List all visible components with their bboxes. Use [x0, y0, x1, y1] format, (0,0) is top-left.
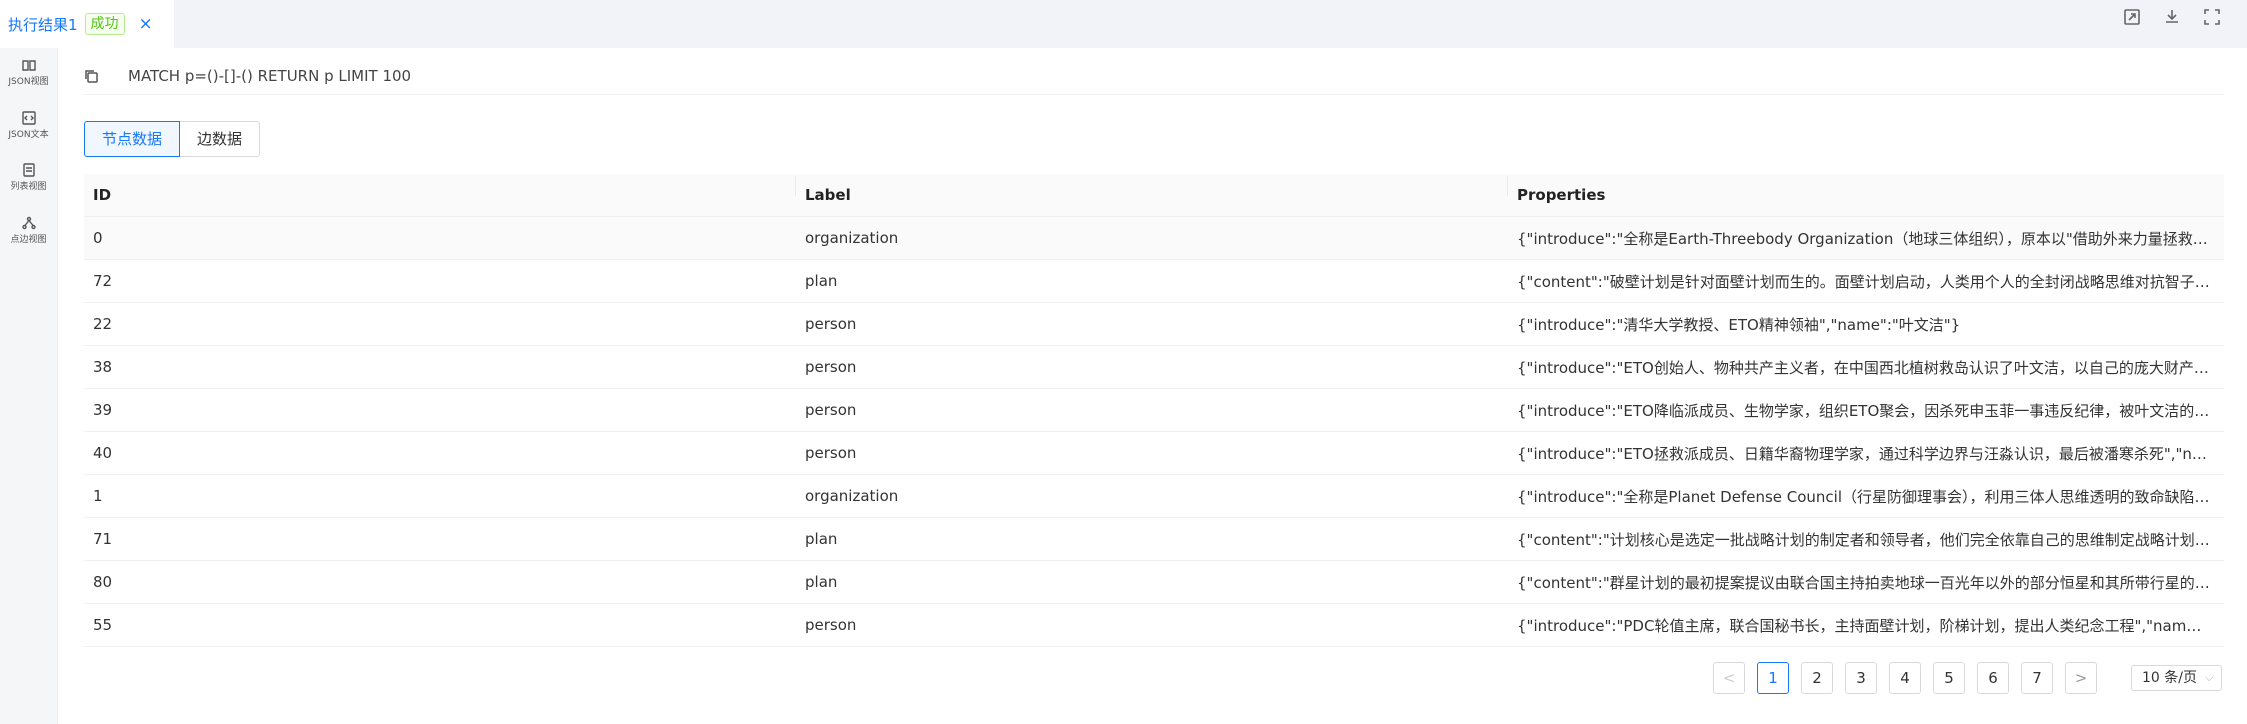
table-row[interactable]: 38 person {"introduce":"ETO创始人、物种共产主义者，在… — [84, 346, 2224, 389]
column-header-label: Label — [796, 176, 1508, 204]
cell-id: 71 — [93, 530, 113, 548]
sidebar-item-label: 列表视图 — [10, 182, 47, 192]
table-row[interactable]: 40 person {"introduce":"ETO拯救派成员、日籍华裔物理学… — [84, 432, 2224, 475]
list-icon — [22, 163, 35, 177]
cell-properties: {"content":"群星计划的最初提案提议由联合国主持拍卖地球一百光年以外的… — [1517, 573, 2224, 592]
table-header: ID Label Properties — [84, 174, 2224, 217]
cell-label: plan — [805, 272, 838, 290]
page-size-select[interactable]: 10 条/页 ⌵ — [2131, 665, 2223, 691]
sidebar-item-json-text[interactable]: JSON文本 — [0, 111, 57, 140]
cell-label: person — [805, 444, 857, 462]
cell-id: 39 — [93, 401, 113, 419]
pagination: < 1 2 3 4 5 6 7 > 10 条/页 ⌵ — [1713, 662, 2223, 694]
table-row[interactable]: 1 organization {"introduce":"全称是Planet D… — [84, 475, 2224, 518]
page-button-6[interactable]: 6 — [1977, 662, 2009, 694]
code-icon — [21, 111, 36, 125]
cell-properties: {"content":"计划核心是选定一批战略计划的制定者和领导者，他们完全依靠… — [1517, 530, 2212, 549]
table-row[interactable]: 22 person {"introduce":"清华大学教授、ETO精神领袖",… — [84, 303, 2224, 346]
table-row[interactable]: 0 organization {"introduce":"全称是Earth-Th… — [84, 217, 2224, 260]
table-row[interactable]: 72 plan {"content":"破壁计划是针对面壁计划而生的。面壁计划启… — [84, 260, 2224, 303]
sidebar-item-label: JSON视图 — [8, 77, 49, 87]
cell-properties: {"introduce":"ETO降临派成员、生物学家，组织ETO聚会，因杀死申… — [1517, 401, 2224, 420]
data-type-tabs: 节点数据 边数据 — [84, 121, 261, 157]
page-button-5[interactable]: 5 — [1933, 662, 1965, 694]
cell-label: organization — [805, 487, 899, 505]
page-button-3[interactable]: 3 — [1845, 662, 1877, 694]
table-row[interactable]: 71 plan {"content":"计划核心是选定一批战略计划的制定者和领导… — [84, 518, 2224, 561]
sidebar-item-list-view[interactable]: 列表视图 — [0, 163, 57, 192]
book-icon — [21, 60, 36, 71]
cell-id: 1 — [93, 487, 103, 505]
table-row[interactable]: 39 person {"introduce":"ETO降临派成员、生物学家，组织… — [84, 389, 2224, 432]
cell-properties: {"introduce":"ETO创始人、物种共产主义者，在中国西北植树救岛认识… — [1517, 358, 2224, 377]
cell-properties: {"introduce":"全称是Planet Defense Council（… — [1517, 487, 2224, 506]
sidebar-item-json-view[interactable]: JSON视图 — [0, 58, 57, 87]
cell-id: 80 — [93, 573, 113, 591]
cell-label: organization — [805, 229, 899, 247]
node-data-table: ID Label Properties 0 organization {"int… — [84, 174, 2224, 647]
column-header-id: ID — [84, 176, 796, 204]
cell-properties: {"introduce":"全称是Earth-Threebody Organiz… — [1517, 229, 2224, 248]
page-button-1[interactable]: 1 — [1757, 662, 1789, 694]
download-icon[interactable] — [2163, 8, 2181, 26]
cell-properties: {"introduce":"PDC轮值主席，联合国秘书长，主持面壁计划，阶梯计划… — [1517, 616, 2224, 635]
cell-id: 55 — [93, 616, 113, 634]
tab-edge-data[interactable]: 边数据 — [180, 121, 261, 157]
tab-node-data[interactable]: 节点数据 — [84, 121, 181, 157]
result-tab-bar: 执行结果1 成功 × — [0, 0, 2247, 48]
page-size-value: 10 条/页 — [2142, 670, 2197, 686]
cell-label: plan — [805, 573, 838, 591]
cell-id: 40 — [93, 444, 113, 462]
cell-label: person — [805, 315, 857, 333]
cell-label: person — [805, 401, 857, 419]
result-tab[interactable]: 执行结果1 成功 × — [0, 0, 174, 48]
close-tab-icon[interactable]: × — [139, 14, 153, 34]
copy-icon[interactable] — [84, 68, 100, 84]
cell-properties: {"introduce":"ETO拯救派成员、日籍华裔物理学家，通过科学边界与汪… — [1517, 444, 2224, 463]
view-mode-sidebar: JSON视图 JSON文本 列表视图 点边视图 — [0, 48, 58, 724]
cell-id: 72 — [93, 272, 113, 290]
open-external-icon[interactable] — [2123, 8, 2141, 26]
cell-properties: {"introduce":"清华大学教授、ETO精神领袖","name":"叶文… — [1517, 315, 1961, 334]
table-row[interactable]: 55 person {"introduce":"PDC轮值主席，联合国秘书长，主… — [84, 604, 2224, 647]
cell-id: 0 — [93, 229, 103, 247]
cell-label: person — [805, 358, 857, 376]
sidebar-item-label: JSON文本 — [8, 130, 49, 140]
graph-icon — [21, 216, 36, 230]
cell-label: plan — [805, 530, 838, 548]
page-button-4[interactable]: 4 — [1889, 662, 1921, 694]
query-text: MATCH p=()-[]-() RETURN p LIMIT 100 — [128, 67, 412, 85]
sidebar-item-graph-view[interactable]: 点边视图 — [0, 216, 57, 245]
cell-id: 22 — [93, 315, 113, 333]
page-button-2[interactable]: 2 — [1801, 662, 1833, 694]
fullscreen-icon[interactable] — [2203, 8, 2221, 26]
prev-page-button[interactable]: < — [1713, 662, 1745, 694]
result-toolbar — [2123, 8, 2221, 26]
table-row[interactable]: 80 plan {"content":"群星计划的最初提案提议由联合国主持拍卖地… — [84, 561, 2224, 604]
column-header-properties: Properties — [1517, 186, 1606, 204]
cell-properties: {"content":"破壁计划是针对面壁计划而生的。面壁计划启动，人类用个人的… — [1517, 272, 2224, 291]
cell-label: person — [805, 616, 857, 634]
chevron-down-icon: ⌵ — [2204, 671, 2214, 684]
sidebar-item-label: 点边视图 — [10, 235, 47, 245]
status-badge: 成功 — [84, 13, 125, 35]
cell-id: 38 — [93, 358, 113, 376]
page-button-7[interactable]: 7 — [2021, 662, 2053, 694]
result-tab-title[interactable]: 执行结果1 — [8, 14, 78, 35]
next-page-button[interactable]: > — [2065, 662, 2097, 694]
query-bar: MATCH p=()-[]-() RETURN p LIMIT 100 — [84, 58, 2224, 95]
